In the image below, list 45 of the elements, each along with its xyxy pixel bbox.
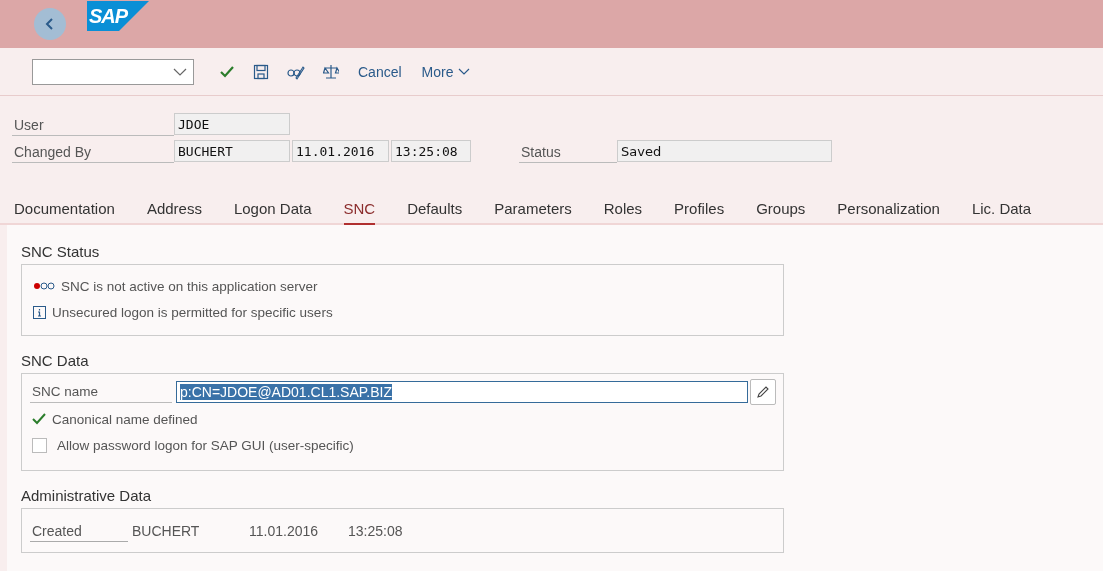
checkbox-label: Allow password logon for SAP GUI (user-specific) xyxy=(57,437,354,453)
edit-button[interactable] xyxy=(750,378,776,405)
pencil-icon xyxy=(756,384,770,399)
status-light-icon xyxy=(33,282,55,290)
chevron-down-icon xyxy=(457,67,470,76)
field-label: SNC name xyxy=(30,380,172,403)
checkmark-icon xyxy=(32,413,46,425)
tab[interactable]: Parameters xyxy=(494,200,572,225)
status-message: SNC is not active on this application server xyxy=(61,278,318,294)
snc-name-field[interactable]: p:CN=JDOE@AD01.CL1.SAP.BIZ xyxy=(176,380,748,403)
date-field: 11.01.2016 xyxy=(292,139,389,162)
chevron-left-icon xyxy=(44,17,56,31)
checkmark-icon xyxy=(219,64,235,79)
tab[interactable]: Groups xyxy=(756,200,806,225)
section-title: SNC Status xyxy=(21,243,101,261)
more-menu-button[interactable]: More xyxy=(411,56,480,87)
tab[interactable]: Lic. Data xyxy=(971,200,1032,225)
field-value: BUCHERT xyxy=(132,522,201,539)
scale-icon xyxy=(323,63,339,80)
tab[interactable]: Logon Data xyxy=(233,200,312,225)
tab[interactable]: Personalization xyxy=(837,200,940,225)
tab[interactable]: Address xyxy=(146,200,202,225)
cancel-button[interactable]: Cancel xyxy=(348,56,412,87)
field-label: Created xyxy=(30,519,128,542)
section-title: SNC Data xyxy=(21,352,90,370)
back-button[interactable] xyxy=(34,8,66,40)
status-field: Saved xyxy=(617,139,832,162)
field-value: 11.01.2016 xyxy=(249,522,320,539)
checkbox[interactable] xyxy=(32,437,47,453)
info-icon xyxy=(33,305,46,319)
tab[interactable]: Roles xyxy=(603,200,643,225)
tab[interactable]: Profiles xyxy=(674,200,725,225)
section-title: Administrative Data xyxy=(21,487,153,505)
command-field[interactable] xyxy=(32,58,194,85)
user-field: JDOE xyxy=(174,112,290,135)
chevron-down-icon xyxy=(173,67,187,76)
tab[interactable]: Defaults xyxy=(407,200,463,225)
field-value: 13:25:08 xyxy=(348,522,403,539)
time-field: 13:25:08 xyxy=(391,139,471,162)
logo: SAP xyxy=(87,1,149,31)
tab[interactable]: Documentation xyxy=(14,200,115,225)
status-message: Unsecured logon is permitted for specific users xyxy=(52,304,333,320)
changed-by-field: BUCHERT xyxy=(174,139,290,162)
status-message: Canonical name defined xyxy=(52,411,198,427)
save-icon xyxy=(253,63,269,80)
